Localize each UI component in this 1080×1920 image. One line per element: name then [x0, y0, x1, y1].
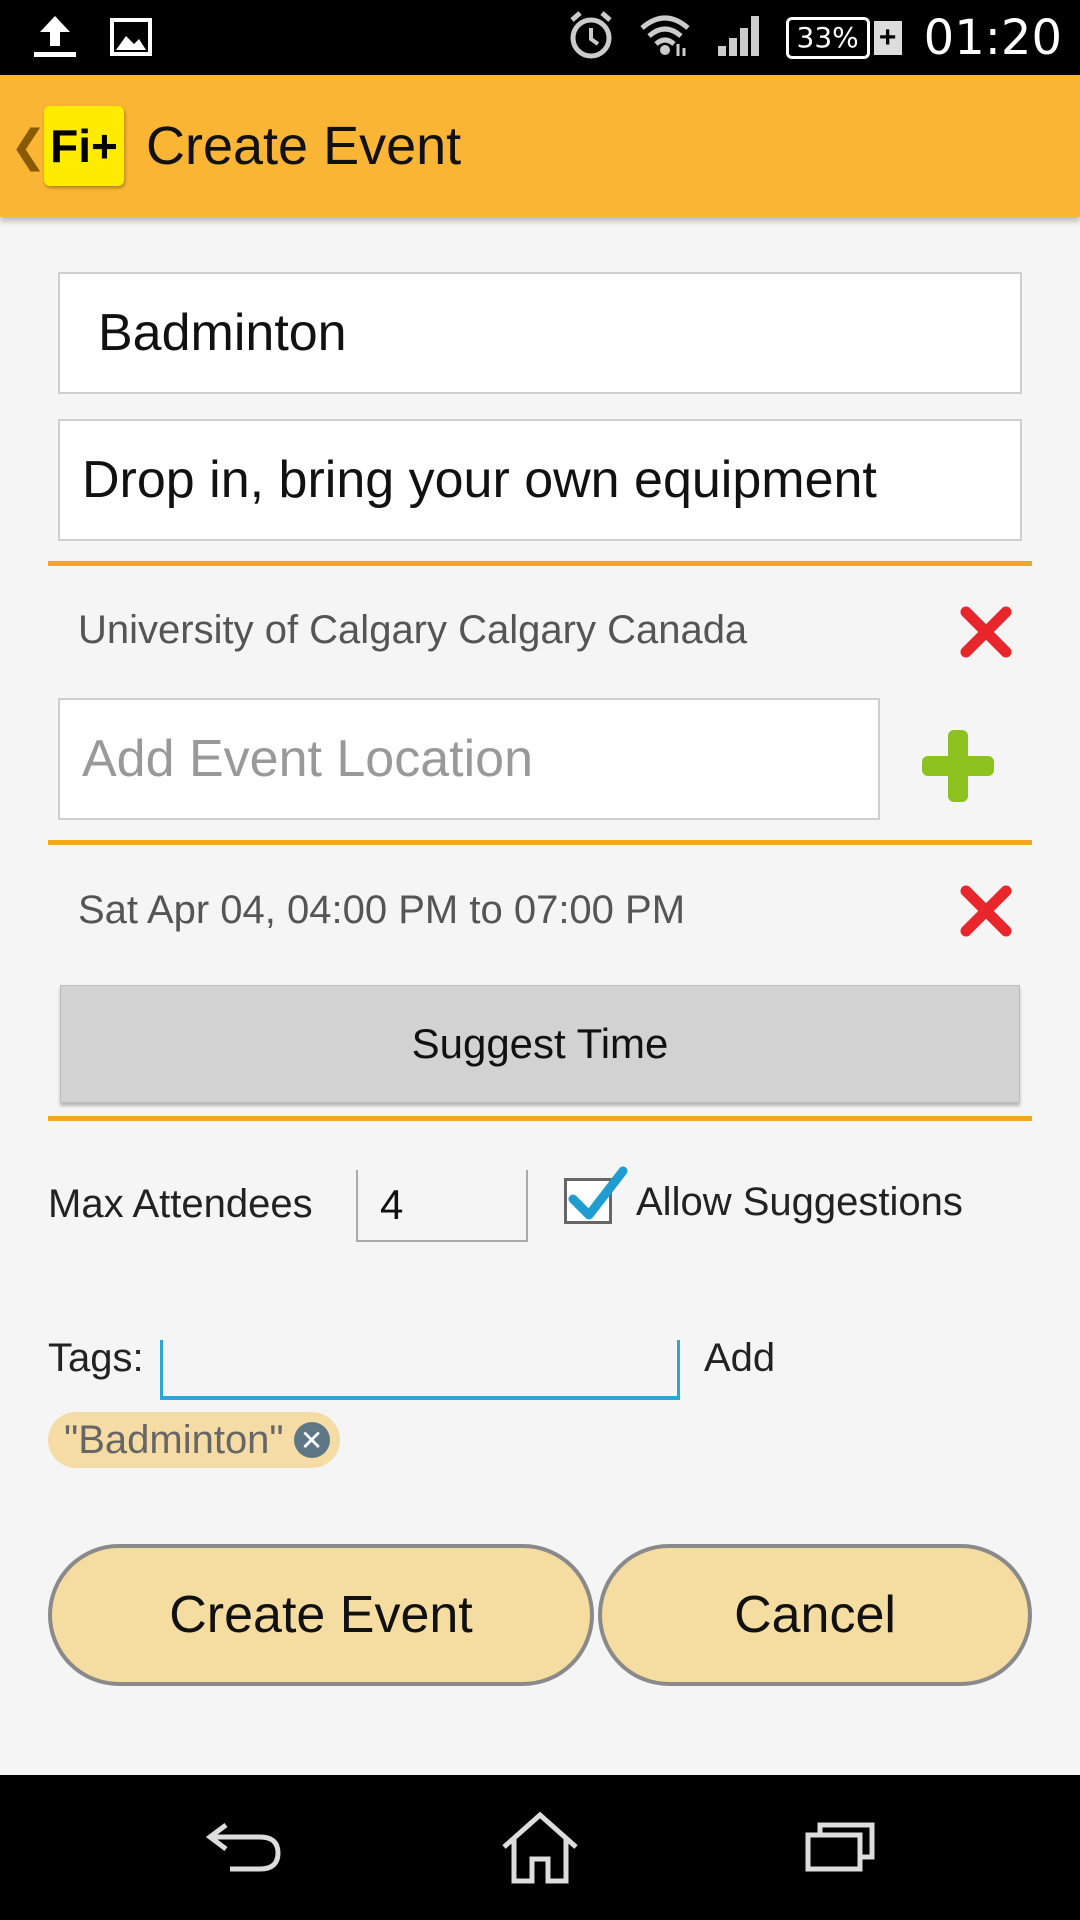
remove-location-icon[interactable] — [956, 602, 1016, 662]
tag-chip-label: "Badminton" — [64, 1417, 284, 1462]
tags-input[interactable] — [160, 1340, 680, 1400]
cancel-button[interactable]: Cancel — [598, 1544, 1032, 1686]
create-event-button[interactable]: Create Event — [48, 1544, 594, 1686]
back-chevron-icon[interactable]: ❮ — [10, 121, 47, 172]
location-text: University of Calgary Calgary Canada — [78, 608, 748, 652]
event-name-field[interactable] — [58, 272, 1022, 394]
location-input[interactable] — [82, 729, 878, 789]
event-time-text: Sat Apr 04, 04:00 PM to 07:00 PM — [78, 888, 686, 932]
status-bar: 33% + 01:20 — [0, 0, 1080, 75]
recent-apps-icon[interactable] — [804, 1819, 876, 1878]
navigation-bar — [0, 1775, 1080, 1920]
battery-icon: 33% + — [785, 16, 902, 59]
status-time: 01:20 — [923, 9, 1062, 66]
alarm-icon — [566, 8, 616, 67]
remove-tag-icon[interactable]: ✕ — [293, 1422, 330, 1458]
checkmark-icon — [568, 1166, 628, 1220]
max-attendees-label: Max Attendees — [48, 1182, 313, 1226]
tag-chip: "Badminton" ✕ — [48, 1412, 340, 1468]
page-title: Create Event — [146, 116, 462, 176]
suggest-time-button[interactable]: Suggest Time — [60, 985, 1020, 1103]
remove-time-icon[interactable] — [956, 881, 1016, 941]
add-location-icon[interactable] — [918, 726, 998, 806]
app-logo[interactable]: Fi+ — [44, 106, 124, 186]
wifi-icon — [638, 12, 692, 63]
add-tag-button[interactable]: Add — [704, 1336, 775, 1381]
upload-icon — [30, 14, 80, 65]
tags-label: Tags: — [48, 1336, 144, 1380]
signal-icon — [714, 12, 764, 63]
section-divider — [48, 561, 1032, 566]
allow-suggestions-checkbox[interactable] — [564, 1166, 628, 1224]
event-description-field[interactable] — [58, 419, 1022, 541]
home-icon[interactable] — [498, 1811, 582, 1890]
section-divider — [48, 840, 1032, 845]
max-attendees-input[interactable]: 4 — [356, 1170, 528, 1242]
back-icon[interactable] — [204, 1817, 286, 1882]
event-description-input[interactable] — [82, 450, 1020, 510]
location-field[interactable] — [58, 698, 880, 820]
battery-level: 33% — [785, 16, 870, 59]
app-bar: ❮ Fi+ Create Event — [0, 75, 1080, 217]
allow-suggestions-label: Allow Suggestions — [636, 1180, 963, 1224]
section-divider — [48, 1116, 1032, 1121]
image-icon — [108, 14, 154, 65]
charging-icon: + — [873, 20, 902, 55]
event-name-input[interactable] — [98, 303, 1020, 363]
